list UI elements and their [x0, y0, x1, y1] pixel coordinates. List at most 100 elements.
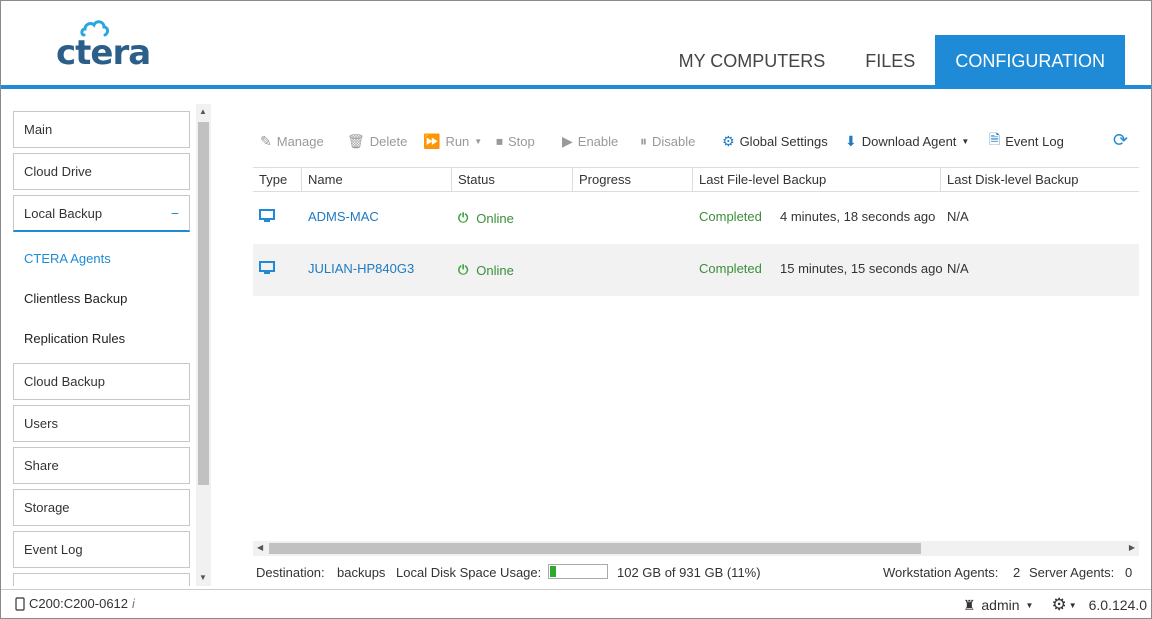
sidebar-item-label: Cloud Backup: [24, 374, 105, 389]
agent-name[interactable]: JULIAN-HP840G3: [308, 261, 414, 276]
file-backup-time: 15 minutes, 15 seconds ago: [780, 261, 943, 276]
table-scroll-thumb[interactable]: [269, 543, 921, 554]
stop-label: Stop: [508, 133, 535, 149]
global-settings-label: Global Settings: [739, 133, 828, 149]
computer-icon: [259, 209, 275, 222]
table-row[interactable]: ADMS-MAC ⏻ Online Completed 4 minutes, 1…: [253, 192, 1139, 244]
main-tabs: MY COMPUTERS FILES CONFIGURATION: [659, 35, 1125, 87]
column-header-last-disk-backup[interactable]: Last Disk-level Backup: [941, 168, 1139, 192]
chevron-down-icon: ▼: [474, 136, 483, 146]
sidebar-item-users[interactable]: Users: [13, 405, 190, 442]
table-horizontal-scrollbar[interactable]: ◀ ▶: [253, 541, 1139, 556]
sidebar-item-cloud-drive[interactable]: Cloud Drive: [13, 153, 190, 190]
sidebar-item-main[interactable]: Main: [13, 111, 190, 148]
sidebar-item-next[interactable]: [13, 573, 190, 586]
disk-usage-fill: [550, 566, 556, 577]
gear-icon[interactable]: ⚙: [1051, 595, 1066, 615]
workstation-agents-count: 2: [1013, 565, 1021, 580]
server-agents-label: Server Agents:: [1029, 565, 1115, 580]
scroll-right-icon[interactable]: ▶: [1129, 543, 1135, 552]
sidebar-item-label: Cloud Drive: [24, 164, 92, 179]
file-backup-status: Completed: [699, 261, 762, 276]
device-icon: [15, 596, 25, 611]
sidebar-subitem-ctera-agents[interactable]: CTERA Agents: [24, 251, 111, 266]
tab-my-computers[interactable]: MY COMPUTERS: [659, 35, 846, 87]
document-icon: 🗎: [989, 131, 1001, 147]
enable-button[interactable]: ▶ Enable: [562, 130, 618, 152]
table-header: Type Name Status Progress Last File-leve…: [253, 167, 1139, 192]
footer-right: ♜ admin ▼ ⚙ ▼ 6.0.124.0: [963, 595, 1147, 615]
scroll-down-icon[interactable]: ▼: [199, 573, 207, 582]
file-backup-time: 4 minutes, 18 seconds ago: [780, 209, 936, 224]
user-menu[interactable]: admin: [981, 597, 1019, 613]
scroll-up-icon[interactable]: ▲: [199, 107, 207, 116]
version: 6.0.124.0: [1088, 597, 1147, 613]
collapse-icon[interactable]: −: [171, 205, 179, 221]
column-header-name[interactable]: Name: [302, 168, 452, 192]
sidebar-item-label: Main: [24, 122, 53, 137]
header: ctera MY COMPUTERS FILES CONFIGURATION: [1, 1, 1151, 87]
sidebar: Main Cloud Drive Local Backup − CTERA Ag…: [1, 104, 213, 586]
disk-usage-bar: [548, 564, 608, 579]
status-text: Online: [476, 210, 514, 226]
column-header-type[interactable]: Type: [253, 168, 302, 192]
status-cell: ⏻ Online: [458, 262, 514, 278]
download-agent-button[interactable]: ⬇ Download Agent ▼: [845, 130, 969, 152]
disable-button[interactable]: ⏸ Disable: [640, 130, 695, 152]
sidebar-scrollbar[interactable]: ▲ ▼: [196, 104, 211, 586]
tab-configuration[interactable]: CONFIGURATION: [935, 35, 1125, 87]
sidebar-item-event-log[interactable]: Event Log: [13, 531, 190, 568]
destination-label: Destination:: [256, 565, 325, 580]
server-agents-count: 0: [1125, 565, 1133, 580]
tab-files[interactable]: FILES: [845, 35, 935, 87]
sidebar-scroll-thumb[interactable]: [198, 122, 209, 485]
chevron-down-icon[interactable]: ▼: [1069, 601, 1077, 610]
manage-button[interactable]: ✎ Manage: [260, 130, 324, 152]
column-header-status[interactable]: Status: [452, 168, 573, 192]
run-icon: ⏩: [423, 132, 441, 149]
workstation-agents-label: Workstation Agents:: [883, 565, 999, 580]
column-header-last-file-backup[interactable]: Last File-level Backup: [693, 168, 941, 192]
agent-name[interactable]: ADMS-MAC: [308, 209, 379, 224]
run-label: Run: [445, 133, 470, 149]
sidebar-item-storage[interactable]: Storage: [13, 489, 190, 526]
run-button[interactable]: ⏩ Run ▼: [423, 130, 482, 152]
delete-button[interactable]: 🗑 Delete: [347, 130, 407, 152]
ctera-logo: ctera: [56, 19, 156, 73]
scroll-left-icon[interactable]: ◀: [257, 543, 263, 552]
play-icon: ▶: [562, 132, 573, 149]
chevron-down-icon: ▼: [961, 136, 970, 146]
refresh-icon[interactable]: ⟳: [1113, 130, 1128, 151]
status-text: Online: [476, 262, 514, 278]
enable-label: Enable: [577, 133, 619, 149]
trash-icon: 🗑: [347, 132, 365, 149]
global-settings-button[interactable]: ⚙ Global Settings: [722, 130, 828, 152]
usage-label: Local Disk Space Usage:: [396, 565, 542, 580]
file-backup-status: Completed: [699, 209, 762, 224]
event-log-label: Event Log: [1005, 133, 1064, 149]
event-log-button[interactable]: 🗎 Event Log: [989, 130, 1064, 152]
info-icon[interactable]: i: [132, 596, 135, 611]
sidebar-item-label: Local Backup: [24, 205, 103, 221]
destination-value: backups: [337, 565, 386, 580]
pause-icon: ⏸: [640, 132, 647, 149]
pencil-icon: ✎: [260, 132, 272, 149]
table-row[interactable]: JULIAN-HP840G3 ⏻ Online Completed 15 min…: [253, 244, 1139, 296]
sidebar-item-cloud-backup[interactable]: Cloud Backup: [13, 363, 190, 400]
sidebar-item-share[interactable]: Share: [13, 447, 190, 484]
column-header-progress[interactable]: Progress: [573, 168, 693, 192]
sidebar-item-label: Users: [24, 416, 58, 431]
usage-text: 102 GB of 931 GB (11%): [617, 565, 761, 580]
sidebar-item-label: Share: [24, 458, 59, 473]
user-icon: ♜: [962, 596, 976, 613]
manage-label: Manage: [276, 133, 324, 149]
toolbar: ✎ Manage 🗑 Delete ⏩ Run ▼ ⏹ Stop ▶ Enable ⏸ Dis…: [260, 130, 1140, 152]
sidebar-subitem-replication-rules[interactable]: Replication Rules: [24, 331, 125, 346]
device-info: C200:C200-0612 i: [15, 596, 135, 611]
sidebar-item-local-backup[interactable]: Local Backup −: [13, 195, 190, 232]
stop-button[interactable]: ⏹ Stop: [496, 130, 535, 152]
device-name: C200:C200-0612: [29, 596, 129, 611]
sidebar-subitem-clientless-backup[interactable]: Clientless Backup: [24, 291, 127, 306]
chevron-down-icon[interactable]: ▼: [1026, 601, 1034, 610]
logo-text: ctera: [56, 33, 151, 73]
